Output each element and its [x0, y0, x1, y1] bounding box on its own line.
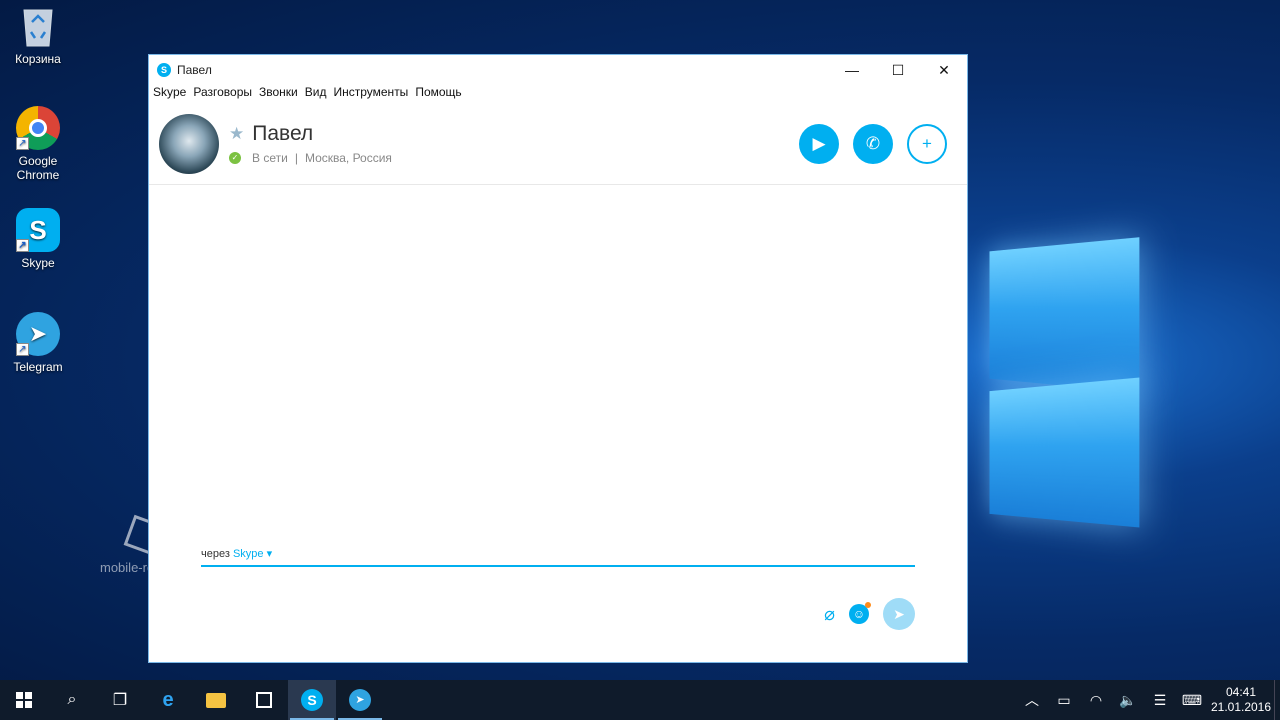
chevron-up-icon[interactable]: ︿: [1016, 690, 1048, 710]
online-status-icon: ✓: [229, 152, 241, 164]
taskbar-telegram[interactable]: ➤: [336, 680, 384, 720]
menu-conversations[interactable]: Разговоры: [193, 85, 252, 103]
add-people-button[interactable]: +: [907, 123, 947, 164]
windows-logo-icon: [16, 692, 32, 708]
avatar[interactable]: [159, 113, 219, 174]
clock[interactable]: 04:41 21.01.2016: [1208, 685, 1274, 715]
keyboard-icon[interactable]: ⌨: [1176, 692, 1208, 709]
edge-icon: e: [162, 688, 174, 711]
menu-calls[interactable]: Звонки: [259, 85, 298, 103]
taskbar-store[interactable]: [240, 680, 288, 720]
desktop-icon-label: Google Chrome: [16, 154, 60, 182]
status-separator: |: [294, 151, 298, 165]
clock-date: 21.01.2016: [1210, 700, 1272, 714]
desktop-icon-telegram[interactable]: ➤ ↗ Telegram: [2, 312, 74, 374]
compose-toolbar: ⌀ ☺ ➤: [824, 598, 915, 630]
recycle-bin-icon: [16, 4, 60, 48]
task-view-button[interactable]: ❐: [96, 680, 144, 720]
desktop-icon-skype[interactable]: S ↗ Skype: [2, 208, 74, 270]
start-button[interactable]: [0, 680, 48, 720]
video-call-button[interactable]: ▶: [799, 123, 839, 164]
dropdown-arrow-icon[interactable]: ▾: [267, 548, 273, 560]
close-button[interactable]: ✕: [921, 55, 967, 85]
shortcut-arrow-icon: ↗: [16, 239, 29, 252]
send-icon: ➤: [893, 605, 905, 622]
skype-icon: S ↗: [16, 208, 60, 252]
audio-call-button[interactable]: ✆: [853, 123, 893, 164]
via-service[interactable]: Skype: [233, 548, 264, 560]
add-person-icon: +: [922, 133, 932, 153]
window-title: Павел: [177, 63, 212, 77]
taskbar-file-explorer[interactable]: [192, 680, 240, 720]
send-button[interactable]: ➤: [883, 598, 915, 630]
battery-icon[interactable]: ▭: [1048, 692, 1080, 709]
desktop-icon-recycle-bin[interactable]: Корзина: [2, 4, 74, 66]
desktop-icon-label: Корзина: [15, 52, 61, 66]
taskbar: ⌕ ❐ e S ➤ ︿ ▭ ◠ 🔈 ☰ ⌨ 04:41 21.01.2016: [0, 680, 1280, 720]
menu-skype[interactable]: Skype: [153, 85, 186, 103]
chrome-icon: ↗: [16, 106, 60, 150]
status-text: В сети: [252, 151, 288, 165]
minimize-button[interactable]: —: [829, 55, 875, 85]
task-view-icon: ❐: [112, 692, 128, 709]
folder-icon: [206, 692, 226, 708]
menu-help[interactable]: Помощь: [415, 85, 461, 103]
emoticon-icon[interactable]: ☺: [849, 602, 871, 624]
wifi-icon[interactable]: ◠: [1080, 692, 1112, 709]
desktop-icon-label: Skype: [21, 256, 55, 270]
store-icon: [256, 692, 272, 708]
skype-app-icon: S: [157, 63, 171, 77]
message-input[interactable]: [201, 565, 915, 567]
system-tray: ︿ ▭ ◠ 🔈 ☰ ⌨ 04:41 21.01.2016: [1016, 680, 1280, 720]
video-camera-icon: ▶: [812, 133, 826, 153]
skype-window: S Павел — ☐ ✕ Skype Разговоры Звонки Вид…: [148, 54, 968, 663]
desktop-icon-chrome[interactable]: ↗ Google Chrome: [2, 106, 74, 182]
title-bar[interactable]: S Павел — ☐ ✕: [149, 55, 967, 85]
shortcut-arrow-icon: ↗: [16, 137, 29, 150]
maximize-button[interactable]: ☐: [875, 55, 921, 85]
search-icon: ⌕: [67, 691, 77, 708]
notifications-icon[interactable]: ☰: [1144, 692, 1176, 709]
menu-view[interactable]: Вид: [305, 85, 327, 103]
contact-header: ★ Павел ✓ В сети | Москва, Россия ▶ ✆ +: [149, 103, 967, 185]
location-text: Москва, Россия: [304, 151, 392, 165]
conversation-area[interactable]: [149, 185, 967, 535]
skype-icon: S: [301, 689, 323, 711]
attach-icon[interactable]: ⌀: [824, 604, 835, 625]
shortcut-arrow-icon: ↗: [16, 343, 29, 356]
telegram-icon: ➤ ↗: [16, 312, 60, 356]
via-label: через: [201, 548, 230, 560]
volume-muted-icon[interactable]: 🔈: [1112, 692, 1144, 709]
search-button[interactable]: ⌕: [48, 680, 96, 720]
menu-tools[interactable]: Инструменты: [333, 85, 408, 103]
taskbar-edge[interactable]: e: [144, 680, 192, 720]
windows-wallpaper-logo: [965, 225, 1140, 528]
taskbar-skype[interactable]: S: [288, 680, 336, 720]
clock-time: 04:41: [1225, 685, 1257, 699]
show-desktop-button[interactable]: [1274, 680, 1280, 720]
contact-name[interactable]: Павел: [252, 122, 313, 146]
menu-bar: Skype Разговоры Звонки Вид Инструменты П…: [149, 85, 967, 103]
telegram-icon: ➤: [349, 689, 371, 711]
desktop-icon-label: Telegram: [13, 360, 63, 374]
phone-icon: ✆: [865, 133, 881, 153]
via-selector[interactable]: через Skype ▾: [201, 547, 272, 560]
favorite-star-icon[interactable]: ★: [229, 124, 244, 144]
